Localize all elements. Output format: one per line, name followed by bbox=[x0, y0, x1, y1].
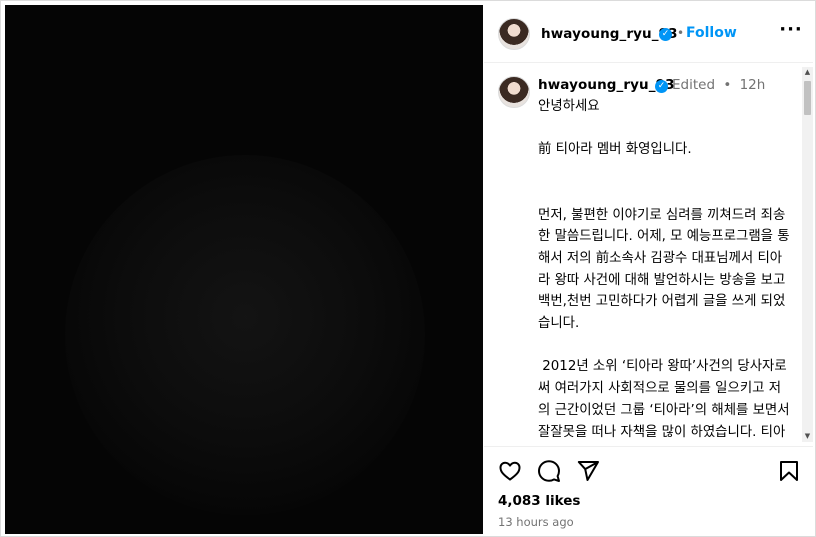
caption-timestamp[interactable]: 12h bbox=[740, 77, 766, 93]
edited-label: Edited bbox=[672, 77, 716, 93]
heart-icon[interactable] bbox=[496, 457, 524, 485]
likes-count[interactable]: 4,083 likes bbox=[498, 493, 580, 509]
scroll-up-arrow-icon[interactable]: ▲ bbox=[802, 67, 813, 78]
more-options-icon[interactable]: ··· bbox=[777, 20, 805, 44]
author-username[interactable]: hwayoung_ryu_93 bbox=[541, 26, 678, 42]
caption-separator: • bbox=[723, 77, 732, 93]
caption-meta: Edited • 12h bbox=[672, 77, 765, 93]
caption-avatar[interactable] bbox=[498, 76, 530, 108]
post-footer: 4,083 likes 13 hours ago bbox=[484, 446, 813, 535]
scroll-down-arrow-icon[interactable]: ▼ bbox=[802, 431, 813, 442]
bookmark-icon[interactable] bbox=[775, 457, 803, 485]
dark-image-content bbox=[65, 155, 425, 515]
post-time[interactable]: 13 hours ago bbox=[498, 515, 574, 529]
caption-scrollbar[interactable]: ▲ ▼ bbox=[802, 67, 813, 442]
author-avatar[interactable] bbox=[498, 18, 530, 50]
caption-body: 안녕하세요 前 티아라 멤버 화영입니다. 먼저, 불편한 이야기로 심려를 끼… bbox=[538, 99, 790, 440]
post-image[interactable] bbox=[5, 5, 483, 534]
comment-icon[interactable] bbox=[535, 457, 563, 485]
post-modal: hwayoung_ryu_93 ✓ • Follow ··· hwayoung_… bbox=[0, 0, 816, 537]
post-header: hwayoung_ryu_93 ✓ • Follow ··· bbox=[484, 5, 813, 63]
caption-scroll-area[interactable]: hwayoung_ryu_93 ✓ Edited • 12h 안녕하세요 前 티… bbox=[484, 63, 813, 445]
header-separator: • bbox=[677, 26, 685, 40]
caption-text: 안녕하세요 前 티아라 멤버 화영입니다. 먼저, 불편한 이야기로 심려를 끼… bbox=[538, 96, 793, 445]
action-bar bbox=[484, 457, 813, 487]
verified-badge-icon: ✓ bbox=[659, 28, 672, 41]
scrollbar-thumb[interactable] bbox=[804, 81, 811, 115]
follow-button[interactable]: Follow bbox=[686, 25, 737, 41]
post-side-panel: hwayoung_ryu_93 ✓ • Follow ··· hwayoung_… bbox=[484, 5, 813, 534]
share-icon[interactable] bbox=[574, 457, 602, 485]
verified-badge-icon: ✓ bbox=[655, 80, 668, 93]
